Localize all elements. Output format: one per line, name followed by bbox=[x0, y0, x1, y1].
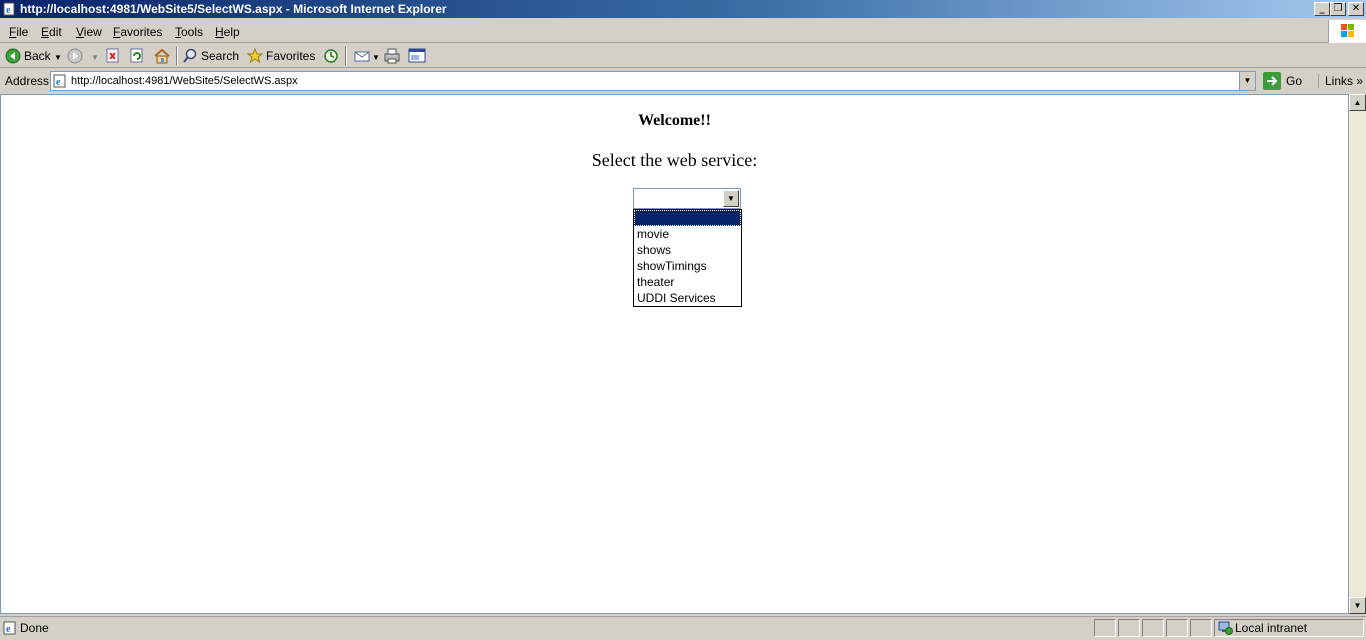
intranet-zone-icon bbox=[1218, 621, 1233, 635]
address-bar: Address e http://localhost:4981/WebSite5… bbox=[0, 69, 1366, 93]
svg-text:e: e bbox=[56, 77, 61, 88]
svg-text:e: e bbox=[6, 624, 11, 635]
back-dropdown-icon[interactable]: ▼ bbox=[54, 51, 62, 65]
toolbar-separator bbox=[176, 47, 178, 65]
title-bar[interactable]: e http://localhost:4981/WebSite5/SelectW… bbox=[0, 0, 1366, 18]
menu-view[interactable]: View bbox=[76, 25, 102, 39]
scroll-up-icon[interactable]: ▲ bbox=[1349, 94, 1366, 111]
refresh-icon[interactable] bbox=[129, 47, 145, 65]
go-arrow-icon bbox=[1263, 72, 1281, 90]
page-icon: e bbox=[53, 74, 66, 88]
home-icon[interactable] bbox=[153, 47, 171, 65]
back-button[interactable]: Back bbox=[24, 49, 51, 63]
option-shows[interactable]: shows bbox=[634, 242, 741, 258]
status-pane bbox=[1142, 619, 1164, 637]
status-pane bbox=[1118, 619, 1140, 637]
minimize-button[interactable]: _ bbox=[1314, 2, 1330, 16]
mail-dropdown-icon[interactable]: ▼ bbox=[372, 51, 380, 65]
standard-toolbar: Back ▼ ▼ Search Favorites ▼ bbox=[0, 44, 1366, 68]
vertical-scrollbar[interactable]: ▲ ▼ bbox=[1349, 94, 1366, 614]
forward-arrow-icon[interactable] bbox=[67, 47, 83, 65]
status-text: Done bbox=[20, 621, 49, 635]
search-icon[interactable] bbox=[182, 47, 198, 65]
favorites-button[interactable]: Favorites bbox=[266, 49, 315, 63]
menu-help[interactable]: Help bbox=[215, 25, 240, 39]
svg-text:e: e bbox=[6, 5, 11, 16]
ie-page-icon: e bbox=[3, 2, 15, 16]
go-button[interactable]: Go bbox=[1262, 71, 1310, 91]
address-dropdown-icon[interactable]: ▼ bbox=[1239, 72, 1255, 90]
stop-icon[interactable] bbox=[105, 47, 121, 65]
window-title: http://localhost:4981/WebSite5/SelectWS.… bbox=[20, 2, 447, 16]
windows-logo-icon bbox=[1328, 20, 1366, 43]
menu-tools[interactable]: Tools bbox=[175, 25, 203, 39]
address-field[interactable]: e http://localhost:4981/WebSite5/SelectW… bbox=[50, 71, 1256, 91]
print-icon[interactable] bbox=[384, 47, 400, 65]
zone-text: Local intranet bbox=[1235, 621, 1308, 635]
status-pane bbox=[1190, 619, 1212, 637]
option-movie[interactable]: movie bbox=[634, 226, 741, 242]
option-uddi-services[interactable]: UDDI Services bbox=[634, 290, 741, 306]
page-content: Welcome!! Select the web service: ▼ movi… bbox=[0, 94, 1349, 614]
search-button[interactable]: Search bbox=[201, 49, 239, 63]
welcome-heading: Welcome!! bbox=[638, 112, 711, 129]
close-button[interactable]: ✕ bbox=[1348, 2, 1364, 16]
mail-icon[interactable] bbox=[354, 47, 370, 65]
status-bar: e Done Local intranet bbox=[0, 616, 1366, 640]
restore-button[interactable]: ❐ bbox=[1330, 2, 1346, 16]
status-pane bbox=[1094, 619, 1116, 637]
menu-file[interactable]: File bbox=[9, 25, 28, 39]
menu-bar: File Edit View Favorites Tools Help bbox=[0, 20, 1366, 43]
links-label: Links bbox=[1325, 74, 1354, 88]
menu-favorites[interactable]: Favorites bbox=[113, 25, 162, 39]
history-icon[interactable] bbox=[323, 47, 339, 65]
option-theater[interactable]: theater bbox=[634, 274, 741, 290]
go-label: Go bbox=[1286, 74, 1303, 88]
links-button[interactable]: Links » bbox=[1318, 74, 1363, 88]
status-pane bbox=[1166, 619, 1188, 637]
address-input[interactable]: http://localhost:4981/WebSite5/SelectWS.… bbox=[71, 75, 298, 88]
toolbar-separator bbox=[345, 47, 347, 65]
select-dropdown-icon[interactable]: ▼ bbox=[723, 190, 739, 207]
back-arrow-icon[interactable] bbox=[5, 47, 21, 65]
scroll-down-icon[interactable]: ▼ bbox=[1349, 597, 1366, 614]
web-service-select[interactable]: ▼ bbox=[633, 188, 741, 209]
select-heading: Select the web service: bbox=[591, 150, 758, 170]
favorites-star-icon[interactable] bbox=[247, 47, 263, 65]
forward-dropdown-icon[interactable]: ▼ bbox=[91, 51, 99, 65]
links-chevron-icon: » bbox=[1356, 74, 1364, 88]
edit-page-icon[interactable] bbox=[408, 47, 426, 65]
menu-edit[interactable]: Edit bbox=[41, 25, 62, 39]
option-blank[interactable] bbox=[634, 210, 741, 226]
status-page-icon: e bbox=[3, 621, 16, 635]
option-showtimings[interactable]: showTimings bbox=[634, 258, 741, 274]
address-label: Address bbox=[5, 74, 50, 88]
web-service-options-list: movie shows showTimings theater UDDI Ser… bbox=[633, 209, 742, 307]
